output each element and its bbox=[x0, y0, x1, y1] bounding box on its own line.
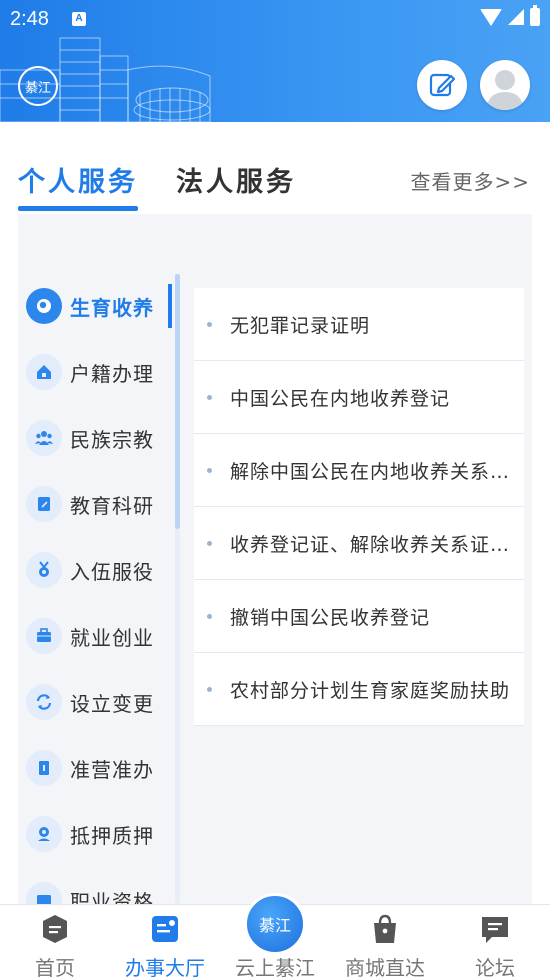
service-item[interactable]: 中国公民在内地收养登记 bbox=[194, 361, 524, 434]
status-indicators bbox=[480, 5, 540, 26]
baby-icon bbox=[26, 288, 62, 324]
permit-icon bbox=[26, 750, 62, 786]
nav-shopping-mall[interactable]: 商城直达 bbox=[330, 905, 440, 979]
service-item[interactable]: 收养登记证、解除收养关系证明补领 bbox=[194, 507, 524, 580]
service-title: 收养登记证、解除收养关系证明补领 bbox=[230, 533, 515, 556]
pledge-icon bbox=[26, 816, 62, 852]
category-label: 就业创业 bbox=[70, 625, 154, 650]
bullet-icon bbox=[207, 394, 212, 400]
status-time: 2:48 bbox=[10, 8, 49, 30]
app-header: 2:48 A 綦江 bbox=[0, 0, 550, 122]
category-label: 户籍办理 bbox=[70, 361, 154, 386]
hall-icon bbox=[147, 911, 183, 947]
bullet-icon bbox=[207, 321, 212, 327]
qijiang-logo: 綦江 bbox=[18, 66, 58, 106]
nav-label: 商城直达 bbox=[345, 956, 425, 979]
service-item[interactable]: 解除中国公民在内地收养关系登记 bbox=[194, 434, 524, 507]
home-icon bbox=[26, 354, 62, 390]
chat-icon bbox=[37, 911, 73, 947]
notification-icon: A bbox=[72, 12, 86, 26]
category-item-establish-change[interactable]: 设立变更 bbox=[18, 669, 170, 735]
active-tab-indicator bbox=[18, 206, 138, 211]
user-avatar-button[interactable] bbox=[480, 60, 530, 110]
service-title: 解除中国公民在内地收养关系登记 bbox=[230, 460, 515, 483]
service-list: 无犯罪记录证明 中国公民在内地收养登记 解除中国公民在内地收养关系登记 收养登记… bbox=[194, 288, 524, 726]
service-item[interactable]: 农村部分计划生育家庭奖励扶助 bbox=[194, 653, 524, 726]
wifi-icon bbox=[480, 8, 502, 26]
nav-forum[interactable]: 论坛 bbox=[440, 905, 550, 979]
refresh-icon bbox=[26, 684, 62, 720]
view-more-link[interactable]: 查看更多>> bbox=[410, 166, 530, 195]
service-title: 农村部分计划生育家庭奖励扶助 bbox=[230, 679, 511, 702]
bullet-icon bbox=[207, 686, 212, 692]
bullet-icon bbox=[207, 613, 212, 619]
category-label: 民族宗教 bbox=[70, 427, 154, 452]
category-item-employment[interactable]: 就业创业 bbox=[18, 603, 170, 669]
category-item-military-service[interactable]: 入伍服役 bbox=[18, 537, 170, 603]
qijiang-logo-icon[interactable]: 綦江 bbox=[244, 893, 306, 955]
signal-icon bbox=[508, 9, 524, 25]
active-category-indicator bbox=[168, 284, 172, 328]
category-label: 准营准办 bbox=[70, 757, 154, 782]
category-item-operating-permit[interactable]: 准营准办 bbox=[18, 735, 170, 801]
nav-label: 办事大厅 bbox=[125, 956, 205, 979]
nav-label: 论坛 bbox=[475, 956, 515, 979]
service-title: 无犯罪记录证明 bbox=[230, 314, 371, 337]
category-label: 入伍服役 bbox=[70, 559, 154, 584]
service-item[interactable]: 撤销中国公民收养登记 bbox=[194, 580, 524, 653]
category-item-ethnic-religion[interactable]: 民族宗教 bbox=[18, 405, 170, 471]
service-title: 撤销中国公民收养登记 bbox=[230, 606, 431, 629]
people-icon bbox=[26, 420, 62, 456]
tab-legal-services[interactable]: 法人服务 bbox=[176, 160, 296, 199]
book-icon bbox=[26, 486, 62, 522]
briefcase-icon bbox=[26, 618, 62, 654]
service-item[interactable]: 无犯罪记录证明 bbox=[194, 288, 524, 361]
category-item-mortgage-pledge[interactable]: 抵押质押 bbox=[18, 801, 170, 867]
bullet-icon bbox=[207, 467, 212, 473]
battery-icon bbox=[530, 5, 540, 26]
forum-icon bbox=[477, 911, 513, 947]
category-list[interactable]: 生育收养 户籍办理 民族宗教 教育科研 入伍服役 就业创业 设立变更 准营准办 … bbox=[18, 214, 170, 904]
nav-home[interactable]: 首页 bbox=[0, 905, 110, 979]
category-item-professional-qualification[interactable]: 职业资格 bbox=[18, 867, 170, 904]
medal-icon bbox=[26, 552, 62, 588]
certificate-icon bbox=[26, 882, 62, 904]
shopping-bag-icon bbox=[367, 911, 403, 947]
edit-button[interactable] bbox=[417, 60, 467, 110]
bottom-navigation: 首页 办事大厅 云上綦江 綦江 商城直达 论坛 bbox=[0, 893, 550, 979]
category-label: 职业资格 bbox=[70, 889, 154, 905]
category-label: 教育科研 bbox=[70, 493, 154, 518]
category-scrollbar-thumb[interactable] bbox=[175, 274, 180, 529]
category-label: 抵押质押 bbox=[70, 823, 154, 848]
category-label: 设立变更 bbox=[70, 691, 154, 716]
service-tabs: 个人服务 法人服务 查看更多>> bbox=[0, 122, 550, 214]
nav-service-hall[interactable]: 办事大厅 bbox=[110, 905, 220, 979]
category-label: 生育收养 bbox=[70, 295, 154, 320]
bullet-icon bbox=[207, 540, 212, 546]
category-item-birth-adoption[interactable]: 生育收养 bbox=[18, 273, 170, 339]
nav-label: 云上綦江 bbox=[235, 956, 315, 979]
category-item-household-registration[interactable]: 户籍办理 bbox=[18, 339, 170, 405]
edit-icon bbox=[429, 73, 456, 97]
nav-label: 首页 bbox=[35, 956, 75, 979]
category-item-education-research[interactable]: 教育科研 bbox=[18, 471, 170, 537]
tab-personal-services[interactable]: 个人服务 bbox=[18, 160, 138, 199]
user-avatar-icon bbox=[486, 70, 524, 110]
service-title: 中国公民在内地收养登记 bbox=[230, 387, 451, 410]
service-panel: 生育收养 户籍办理 民族宗教 教育科研 入伍服役 就业创业 设立变更 准营准办 … bbox=[18, 214, 532, 904]
